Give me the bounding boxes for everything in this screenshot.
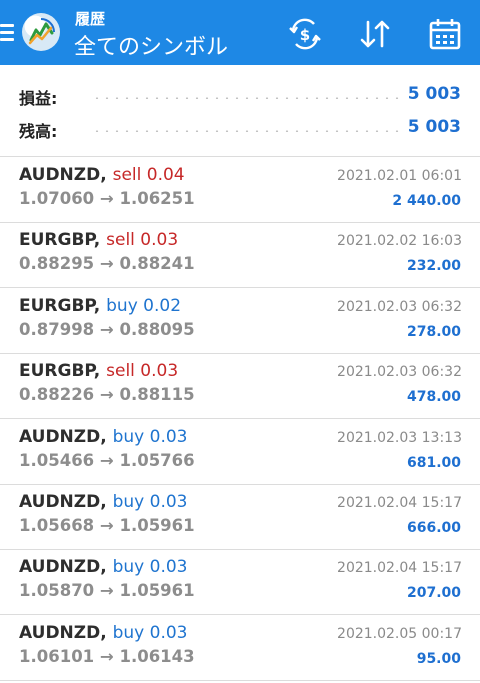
balance-value: 5 003: [407, 117, 461, 137]
menu-icon[interactable]: [0, 24, 14, 42]
symbol-name: AUDNZD,: [19, 623, 107, 643]
profit-label: 損益:: [19, 89, 58, 108]
symbol-filter-title[interactable]: 全てのシンボル: [74, 29, 228, 61]
symbol-name: EURGBP,: [19, 296, 101, 316]
svg-text:$: $: [300, 26, 310, 44]
trade-profit: 278.00: [406, 324, 461, 340]
symbol-name: AUDNZD,: [19, 427, 107, 447]
trade-row[interactable]: EURGBP, sell 0.03 0.88295 → 0.88241 2021.0…: [0, 223, 480, 288]
trade-side-volume: buy 0.03: [112, 623, 188, 643]
trade-profit: 232.00: [406, 258, 461, 274]
trade-row[interactable]: AUDNZD, buy 0.03 1.05668 → 1.05961 2021.02…: [0, 485, 480, 550]
trade-side-volume: sell 0.03: [106, 361, 179, 381]
trade-symbol-label: AUDNZD, buy 0.03: [19, 557, 188, 577]
divider: [0, 418, 480, 419]
price-range: 0.88226 → 0.88115: [19, 385, 195, 404]
trade-profit: 681.00: [406, 455, 461, 471]
divider: [0, 614, 480, 615]
trade-datetime: 2021.02.03 13:13: [337, 430, 462, 446]
profit-value: 5 003: [407, 84, 461, 104]
price-range: 0.88295 → 0.88241: [19, 254, 195, 273]
trade-row[interactable]: AUDNZD, buy 0.03 1.06101 → 1.06143 2021.02…: [0, 616, 480, 681]
trade-symbol-label: EURGBP, sell 0.03: [19, 230, 178, 250]
trade-datetime: 2021.02.04 15:17: [337, 560, 462, 576]
trade-profit: 2 440.00: [392, 193, 461, 209]
symbol-name: AUDNZD,: [19, 165, 107, 185]
trade-row[interactable]: EURGBP, sell 0.03 0.88226 → 0.88115 2021.0…: [0, 354, 480, 419]
trade-row[interactable]: AUDNZD, buy 0.03 1.05870 → 1.05961 2021.02…: [0, 550, 480, 615]
symbol-name: EURGBP,: [19, 230, 101, 250]
trade-side-volume: buy 0.02: [106, 296, 182, 316]
trade-row[interactable]: AUDNZD, sell 0.04 1.07060 → 1.06251 2021.0…: [0, 158, 480, 223]
trade-row[interactable]: EURGBP, buy 0.02 0.87998 → 0.88095 2021.02…: [0, 289, 480, 354]
balance-summary-row: 残高: 5 003: [0, 115, 480, 145]
divider: [0, 156, 480, 157]
trade-datetime: 2021.02.04 15:17: [337, 495, 462, 511]
price-range: 1.05466 → 1.05766: [19, 451, 195, 470]
price-range: 1.06101 → 1.06143: [19, 647, 195, 666]
sort-icon[interactable]: [357, 17, 393, 51]
price-range: 1.05870 → 1.05961: [19, 581, 195, 600]
app-bar: 履歴 全てのシンボル $: [0, 0, 480, 65]
calendar-icon[interactable]: [427, 17, 463, 51]
dotted-leader: [92, 130, 402, 132]
trade-profit: 95.00: [416, 651, 461, 667]
trade-side-volume: sell 0.03: [106, 230, 179, 250]
window-title: 履歴: [75, 10, 106, 28]
trade-symbol-label: AUDNZD, buy 0.03: [19, 623, 188, 643]
trade-symbol-label: AUDNZD, buy 0.03: [19, 492, 188, 512]
trade-profit: 207.00: [406, 585, 461, 601]
app-logo-icon: [22, 13, 60, 51]
trade-side-volume: buy 0.03: [112, 427, 188, 447]
trade-symbol-label: EURGBP, sell 0.03: [19, 361, 178, 381]
divider: [0, 680, 480, 681]
symbol-name: EURGBP,: [19, 361, 101, 381]
currency-exchange-icon[interactable]: $: [287, 17, 323, 51]
trade-datetime: 2021.02.01 06:01: [337, 168, 462, 184]
price-range: 0.87998 → 0.88095: [19, 320, 195, 339]
trade-datetime: 2021.02.02 16:03: [337, 233, 462, 249]
trade-datetime: 2021.02.05 00:17: [337, 626, 462, 642]
trade-side-volume: sell 0.04: [112, 165, 185, 185]
price-range: 1.07060 → 1.06251: [19, 189, 195, 208]
trade-side-volume: buy 0.03: [112, 557, 188, 577]
trade-datetime: 2021.02.03 06:32: [337, 364, 462, 380]
trade-row[interactable]: AUDNZD, buy 0.03 1.05466 → 1.05766 2021.02…: [0, 420, 480, 485]
price-range: 1.05668 → 1.05961: [19, 516, 195, 535]
divider: [0, 287, 480, 288]
balance-label: 残高:: [19, 122, 58, 141]
trade-symbol-label: AUDNZD, buy 0.03: [19, 427, 188, 447]
trade-profit: 478.00: [406, 389, 461, 405]
trade-datetime: 2021.02.03 06:32: [337, 299, 462, 315]
trade-symbol-label: AUDNZD, sell 0.04: [19, 165, 185, 185]
profit-summary-row: 損益: 5 003: [0, 82, 480, 112]
trade-side-volume: buy 0.03: [112, 492, 188, 512]
symbol-name: AUDNZD,: [19, 492, 107, 512]
symbol-name: AUDNZD,: [19, 557, 107, 577]
trade-symbol-label: EURGBP, buy 0.02: [19, 296, 181, 316]
dotted-leader: [92, 97, 402, 99]
trade-profit: 666.00: [406, 520, 461, 536]
